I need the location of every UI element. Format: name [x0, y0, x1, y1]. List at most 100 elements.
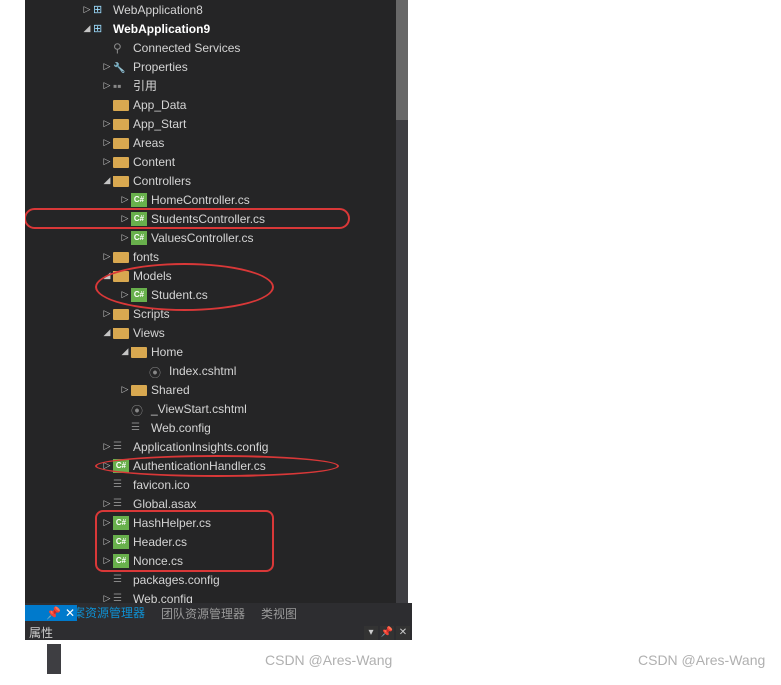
expand-icon[interactable]: ▷ [101, 555, 113, 566]
tab-team-explorer[interactable]: 团队资源管理器 [153, 602, 253, 625]
tree-item-studentsctrl[interactable]: ▷ StudentsController.cs [25, 209, 349, 228]
close-icon[interactable]: ✕ [65, 606, 75, 620]
tree-item-areas[interactable]: ▷ Areas [25, 133, 408, 152]
expand-icon[interactable]: ▷ [101, 118, 113, 129]
folder-icon [113, 119, 129, 130]
vertical-scrollbar[interactable] [396, 0, 408, 603]
expand-icon[interactable]: ▷ [101, 156, 113, 167]
label: Content [133, 155, 175, 169]
tab-class-view[interactable]: 类视图 [253, 602, 305, 625]
tree-item-appdata[interactable]: App_Data [25, 95, 408, 114]
sidebar-stub[interactable] [47, 644, 61, 674]
wrench-icon [113, 60, 129, 74]
csharp-icon [113, 459, 129, 473]
label: Home [151, 345, 183, 359]
label: AuthenticationHandler.cs [133, 459, 266, 473]
expand-icon[interactable]: ▷ [101, 137, 113, 148]
label: Shared [151, 383, 190, 397]
service-icon [113, 41, 129, 55]
expand-icon[interactable]: ▷ [119, 194, 131, 205]
expand-icon[interactable]: ▷ [101, 498, 113, 509]
label: fonts [133, 250, 159, 264]
tree-item-viewstart[interactable]: _ViewStart.cshtml [25, 399, 408, 418]
label: Header.cs [133, 535, 187, 549]
tree-item-global[interactable]: ▷ Global.asax [25, 494, 408, 513]
label: favicon.ico [133, 478, 190, 492]
expand-icon[interactable]: ▷ [119, 213, 131, 224]
collapse-icon[interactable]: ◢ [101, 270, 113, 281]
expand-icon[interactable]: ▷ [101, 517, 113, 528]
folder-icon [113, 100, 129, 111]
label: Web.config [151, 421, 211, 435]
config-icon [113, 573, 129, 587]
tree-item-connected[interactable]: Connected Services [25, 38, 408, 57]
expand-icon[interactable]: ▷ [101, 80, 113, 91]
label: Connected Services [133, 41, 240, 55]
expand-icon[interactable]: ▷ [119, 232, 131, 243]
collapse-icon[interactable]: ◢ [101, 175, 113, 186]
expand-icon[interactable]: ▷ [101, 536, 113, 547]
cshtml-icon [149, 364, 165, 378]
tree-item-index[interactable]: Index.cshtml [25, 361, 408, 380]
autohide-bar: 📌 ✕ [25, 605, 77, 621]
scrollbar-thumb[interactable] [396, 0, 408, 120]
config-icon [131, 421, 147, 435]
expand-icon[interactable]: ▷ [119, 289, 131, 300]
tree-item-webapp9[interactable]: ◢ ⊞ WebApplication9 [25, 19, 408, 38]
pin-icon[interactable]: 📌 [380, 626, 394, 640]
label: ValuesController.cs [151, 231, 254, 245]
tree-item-home[interactable]: ◢ Home [25, 342, 408, 361]
collapse-icon[interactable]: ◢ [119, 346, 131, 357]
expand-icon[interactable]: ▷ [101, 61, 113, 72]
tree-item-properties[interactable]: ▷ Properties [25, 57, 408, 76]
folder-open-icon [131, 347, 147, 358]
project-tree[interactable]: ▷ ⊞ WebApplication8 ◢ ⊞ WebApplication9 … [25, 0, 408, 603]
tree-item-student[interactable]: ▷ Student.cs [25, 285, 408, 304]
tree-item-header[interactable]: ▷ Header.cs [25, 532, 408, 551]
expand-icon[interactable]: ▷ [101, 251, 113, 262]
label: Models [133, 269, 172, 283]
tree-item-favicon[interactable]: favicon.ico [25, 475, 408, 494]
properties-panel-header[interactable]: 属性 ▾ 📌 ✕ [25, 624, 412, 640]
tree-item-appinsights[interactable]: ▷ ApplicationInsights.config [25, 437, 408, 456]
project-icon: ⊞ [93, 3, 109, 17]
tree-item-nonce[interactable]: ▷ Nonce.cs [25, 551, 408, 570]
csharp-icon [131, 212, 147, 226]
panel-controls: ▾ 📌 ✕ [364, 626, 410, 640]
tree-item-homectrl[interactable]: ▷ HomeController.cs [25, 190, 408, 209]
expand-icon[interactable]: ▷ [101, 441, 113, 452]
tree-item-scripts[interactable]: ▷ Scripts [25, 304, 408, 323]
tree-item-controllers[interactable]: ◢ Controllers [25, 171, 408, 190]
collapse-icon[interactable]: ◢ [81, 23, 93, 34]
label: Properties [133, 60, 188, 74]
tree-item-webconfig1[interactable]: Web.config [25, 418, 408, 437]
close-icon[interactable]: ✕ [396, 626, 410, 640]
tree-item-content[interactable]: ▷ Content [25, 152, 408, 171]
tree-item-appstart[interactable]: ▷ App_Start [25, 114, 408, 133]
folder-icon [131, 385, 147, 396]
tree-item-shared[interactable]: ▷ Shared [25, 380, 408, 399]
tree-item-webapp8[interactable]: ▷ ⊞ WebApplication8 [25, 0, 408, 19]
pin-icon[interactable]: 📌 [46, 606, 61, 620]
cshtml-icon [131, 402, 147, 416]
label: HashHelper.cs [133, 516, 211, 530]
label: Areas [133, 136, 164, 150]
tree-item-fonts[interactable]: ▷ fonts [25, 247, 408, 266]
dropdown-icon[interactable]: ▾ [364, 626, 378, 640]
tree-item-views[interactable]: ◢ Views [25, 323, 408, 342]
watermark-text: CSDN @Ares-Wang [638, 652, 765, 668]
tree-item-valuesctrl[interactable]: ▷ ValuesController.cs [25, 228, 408, 247]
tree-item-refs[interactable]: ▷ ▪▪ 引用 [25, 76, 408, 95]
tree-item-models[interactable]: ◢ Models [25, 266, 408, 285]
label: Controllers [133, 174, 191, 188]
collapse-icon[interactable]: ◢ [101, 327, 113, 338]
tree-item-hashhelper[interactable]: ▷ HashHelper.cs [25, 513, 408, 532]
folder-open-icon [113, 271, 129, 282]
expand-icon[interactable]: ▷ [81, 4, 93, 15]
expand-icon[interactable]: ▷ [101, 460, 113, 471]
expand-icon[interactable]: ▷ [119, 384, 131, 395]
tree-item-authhandler[interactable]: ▷ AuthenticationHandler.cs [25, 456, 408, 475]
refs-icon: ▪▪ [113, 79, 129, 93]
expand-icon[interactable]: ▷ [101, 308, 113, 319]
tree-item-packages[interactable]: packages.config [25, 570, 408, 589]
